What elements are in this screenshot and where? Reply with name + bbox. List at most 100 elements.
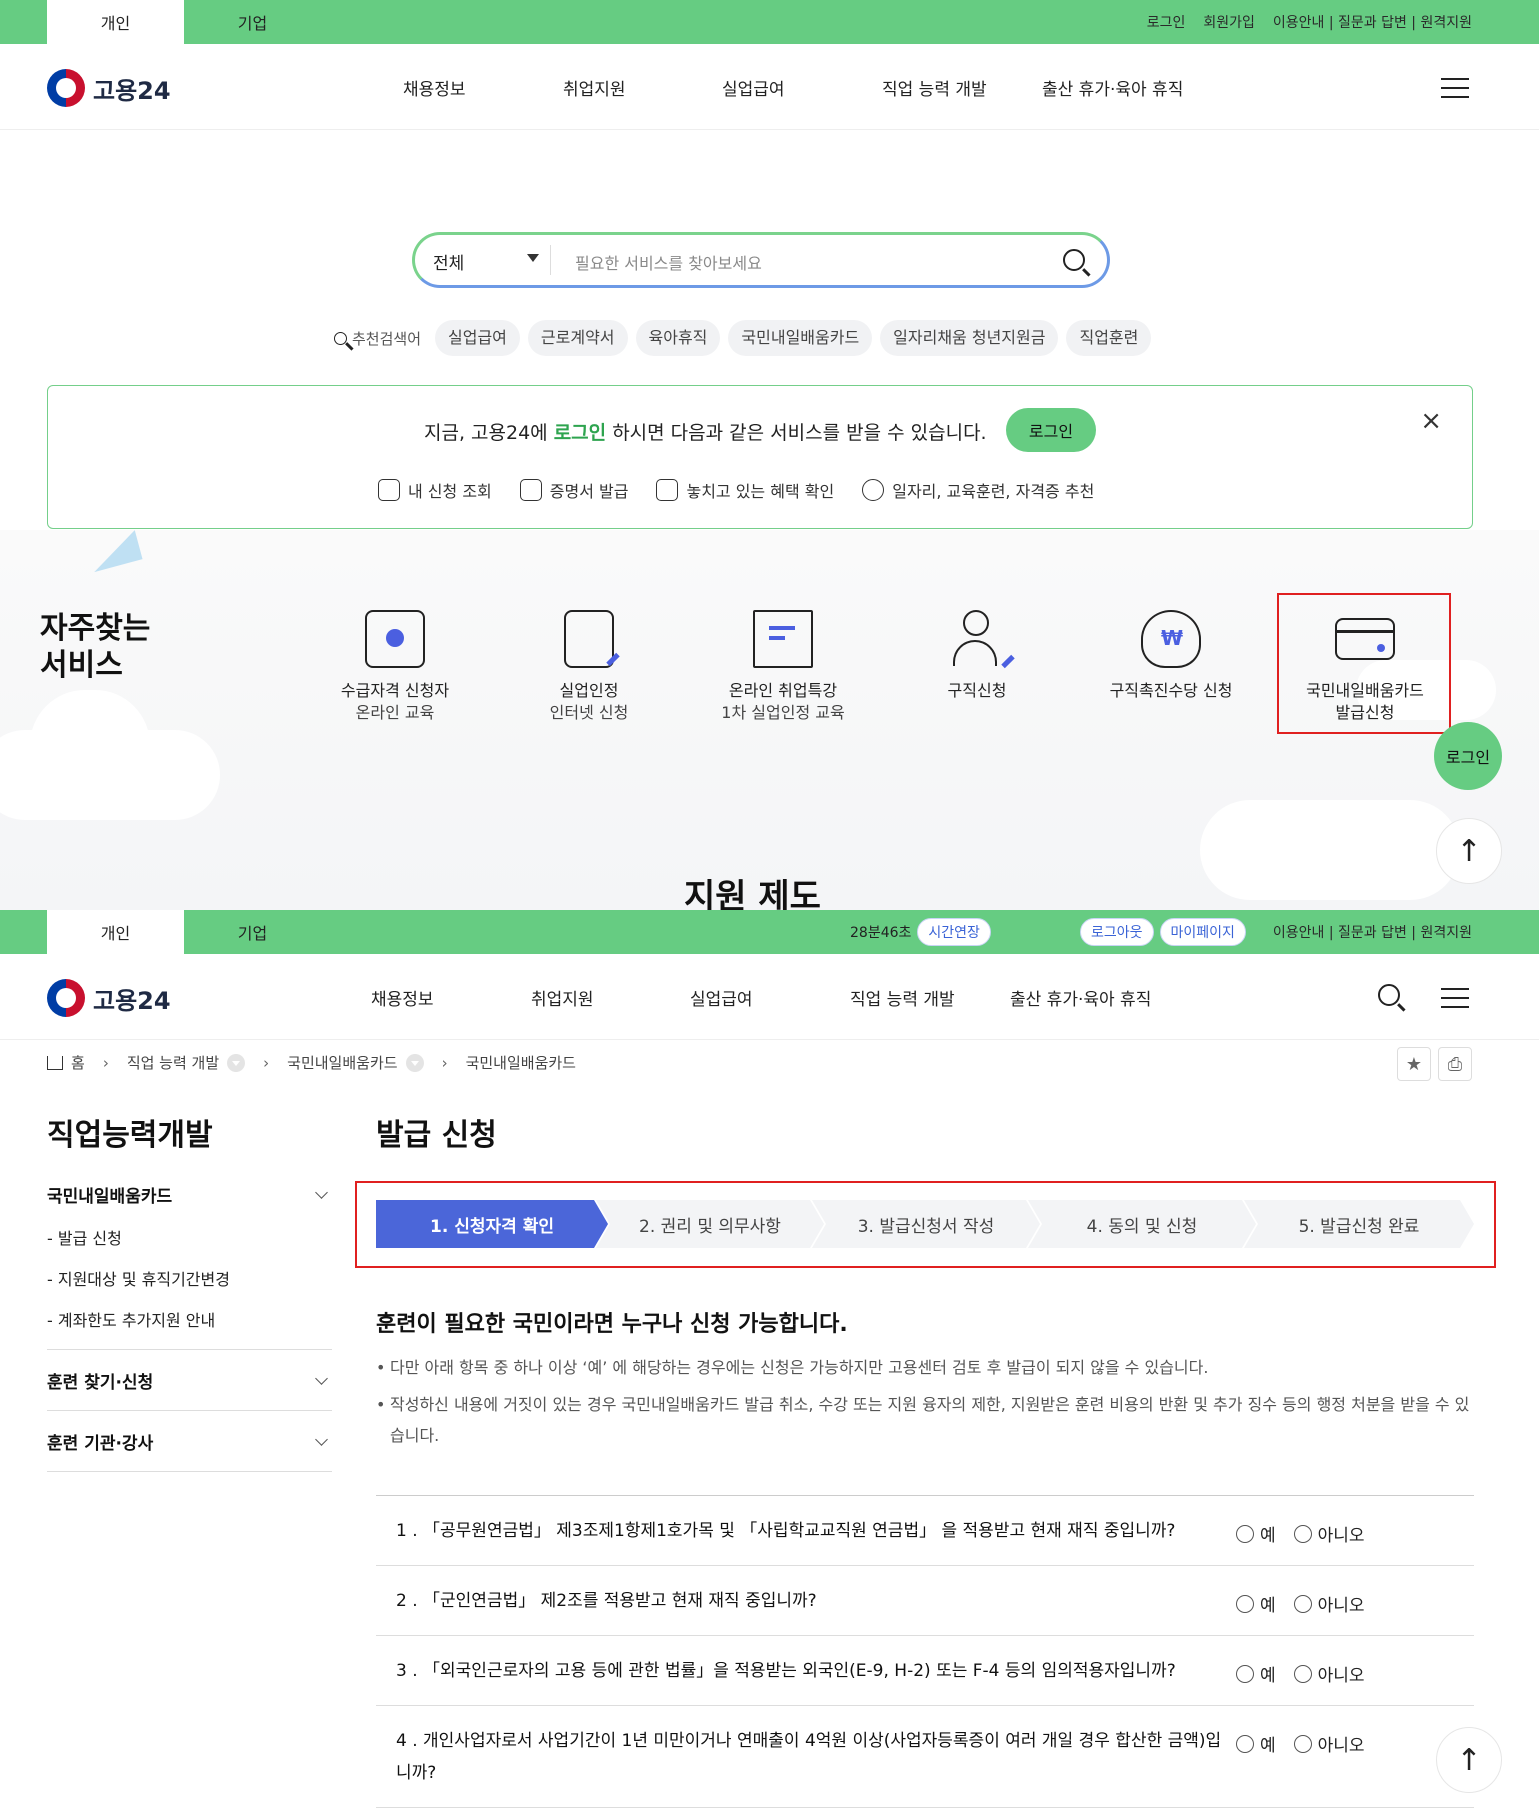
search-scope-select[interactable]: 전체 xyxy=(433,249,464,274)
radio-yes[interactable]: 예 xyxy=(1236,1591,1276,1616)
step-2: 2. 권리 및 의무사항 xyxy=(596,1200,824,1248)
breadcrumb-current: 국민내일배움카드 xyxy=(465,1054,576,1072)
chevron-down-icon[interactable] xyxy=(405,1053,424,1072)
radio-no[interactable]: 아니오 xyxy=(1293,1591,1365,1616)
radio-yes[interactable]: 예 xyxy=(1236,1521,1276,1546)
keyword-chip[interactable]: 육아휴직 xyxy=(635,320,721,356)
signup-link[interactable]: 회원가입 xyxy=(1203,12,1255,32)
nav-leave[interactable]: 출산 휴가·육아 휴직 xyxy=(1010,985,1151,1010)
login-link[interactable]: 로그인 xyxy=(1147,12,1186,32)
breadcrumb-home[interactable]: 홈 xyxy=(71,1052,85,1073)
account-links: 로그아웃 마이페이지 xyxy=(1074,910,1246,954)
search-icon[interactable] xyxy=(1378,984,1400,1006)
sidebar-subitem[interactable]: - 지원대상 및 휴직기간변경 xyxy=(47,1259,332,1300)
nav-skills-development[interactable]: 직업 능력 개발 xyxy=(882,75,987,100)
sidebar-title: 직업능력개발 xyxy=(47,1118,213,1153)
chevron-down-icon[interactable] xyxy=(227,1053,246,1072)
benefit-item: 증명서 발급 xyxy=(519,478,628,502)
progress-steps: 1. 신청자격 확인 2. 권리 및 의무사항 3. 발급신청서 작성 4. 동… xyxy=(376,1200,1474,1248)
nav-jobs[interactable]: 채용정보 xyxy=(403,75,466,100)
logo-text: 고용24 xyxy=(93,76,171,105)
answer-options: 예 아니오 xyxy=(1236,1521,1365,1546)
service-online-education[interactable]: 수급자격 신청자 온라인 교육 xyxy=(300,610,490,724)
login-button[interactable]: 로그인 xyxy=(1006,408,1096,452)
session-timer: 28분46초 시간연장 xyxy=(850,910,991,954)
help-links[interactable]: 이용안내 | 질문과 답변 | 원격지원 xyxy=(1273,910,1472,954)
question-text: 4 . 개인사업자로서 사업기간이 1년 미만이거나 연매출이 4억원 이상(사… xyxy=(396,1731,1222,1783)
sidebar-item-learning-card[interactable]: 국민내일배움카드 xyxy=(47,1182,332,1212)
help-links[interactable]: 이용안내 | 질문과 답변 | 원격지원 xyxy=(1273,12,1472,32)
frequent-services-title: 자주찾는 서비스 xyxy=(40,611,151,683)
floating-login-button[interactable]: 로그인 xyxy=(1434,722,1502,790)
search-input[interactable]: 필요한 서비스를 찾아보세요 xyxy=(575,250,762,274)
step-4: 4. 동의 및 신청 xyxy=(1028,1200,1256,1248)
breadcrumb-skills[interactable]: 직업 능력 개발 xyxy=(127,1052,219,1073)
site-logo[interactable]: 고용24 xyxy=(47,979,171,1017)
nav-unemployment-benefit[interactable]: 실업급여 xyxy=(690,985,753,1010)
keyword-chip[interactable]: 근로계약서 xyxy=(527,320,628,356)
site-logo[interactable]: 고용24 xyxy=(47,69,171,107)
notice-list: 다만 아래 항목 중 하나 이상 ‘예’ 에 해당하는 경우에는 신청은 가능하… xyxy=(376,1352,1474,1457)
benefit-item: 내 신청 조회 xyxy=(378,478,492,502)
notice-item: 작성하신 내용에 거짓이 있는 경우 국민내일배움카드 발급 취소, 수강 또는… xyxy=(376,1389,1474,1451)
close-icon[interactable]: × xyxy=(1420,406,1442,436)
nav-jobs[interactable]: 채용정보 xyxy=(371,985,434,1010)
caret-down-icon[interactable] xyxy=(527,254,539,262)
divider xyxy=(550,245,551,275)
list-icon xyxy=(378,479,400,501)
chevron-down-icon xyxy=(315,1186,328,1199)
keyword-chip[interactable]: 직업훈련 xyxy=(1066,320,1152,356)
main-header-2: 고용24 채용정보 취업지원 실업급여 직업 능력 개발 출산 휴가·육아 휴직 xyxy=(0,954,1539,1040)
mypage-button[interactable]: 마이페이지 xyxy=(1159,918,1246,946)
answer-options: 예 아니오 xyxy=(1236,1731,1365,1756)
radio-no[interactable]: 아니오 xyxy=(1293,1661,1365,1686)
login-promo-banner: 지금, 고용24에 로그인 하시면 다음과 같은 서비스를 받을 수 있습니다.… xyxy=(47,385,1473,529)
nav-skills-development[interactable]: 직업 능력 개발 xyxy=(850,985,955,1010)
keyword-chip[interactable]: 일자리채움 청년지원금 xyxy=(880,320,1059,356)
highlight-box xyxy=(1277,593,1451,734)
search-small-icon xyxy=(334,331,347,345)
logout-button[interactable]: 로그아웃 xyxy=(1080,918,1154,946)
cloud-decoration xyxy=(1200,800,1460,900)
logo-text: 고용24 xyxy=(93,986,171,1015)
menu-icon[interactable] xyxy=(1441,78,1469,98)
scroll-top-button[interactable]: ↑ xyxy=(1436,1727,1502,1793)
service-job-application[interactable]: 구직신청 xyxy=(882,610,1072,702)
radio-yes[interactable]: 예 xyxy=(1236,1661,1276,1686)
tab-personal[interactable]: 개인 xyxy=(47,910,184,954)
search-icon[interactable] xyxy=(1063,249,1085,271)
sidebar-item-training-search[interactable]: 훈련 찾기·신청 xyxy=(47,1368,332,1398)
tab-business[interactable]: 기업 xyxy=(184,0,321,44)
menu-icon[interactable] xyxy=(1441,988,1469,1008)
tab-business[interactable]: 기업 xyxy=(184,910,321,954)
radio-no[interactable]: 아니오 xyxy=(1293,1731,1365,1756)
cloud-decoration xyxy=(30,690,150,800)
service-online-job-lecture[interactable]: 온라인 취업특강 1차 실업인정 교육 xyxy=(688,610,878,724)
monitor-play-icon xyxy=(365,610,425,668)
nav-employment-support[interactable]: 취업지원 xyxy=(531,985,594,1010)
service-job-seeking-allowance[interactable]: ₩ 구직촉진수당 신청 xyxy=(1076,610,1266,702)
arrow-up-icon: ↑ xyxy=(1456,1742,1482,1778)
keyword-chip[interactable]: 실업급여 xyxy=(435,320,520,356)
service-unemployment-recognition[interactable]: 실업인정 인터넷 신청 xyxy=(494,610,684,724)
home-icon xyxy=(47,1055,63,1070)
radio-yes[interactable]: 예 xyxy=(1236,1731,1276,1756)
sidebar-subitem[interactable]: - 계좌한도 추가지원 안내 xyxy=(47,1300,332,1341)
nav-leave[interactable]: 출산 휴가·육아 휴직 xyxy=(1042,75,1183,100)
breadcrumb-card[interactable]: 국민내일배움카드 xyxy=(287,1052,397,1073)
sidebar-subitem[interactable]: - 발급 신청 xyxy=(47,1218,332,1259)
chevron-down-icon xyxy=(315,1372,328,1385)
sidebar-item-training-institution[interactable]: 훈련 기관·강사 xyxy=(47,1429,332,1459)
arrow-up-icon: ↑ xyxy=(1456,833,1482,869)
keyword-chip[interactable]: 국민내일배움카드 xyxy=(728,320,873,356)
nav-employment-support[interactable]: 취업지원 xyxy=(563,75,626,100)
nav-unemployment-benefit[interactable]: 실업급여 xyxy=(722,75,785,100)
scroll-top-button[interactable]: ↑ xyxy=(1436,818,1502,884)
tab-personal[interactable]: 개인 xyxy=(47,0,184,44)
extend-session-button[interactable]: 시간연장 xyxy=(917,918,991,946)
radio-no[interactable]: 아니오 xyxy=(1293,1521,1365,1546)
benefit-item: 놓치고 있는 혜택 확인 xyxy=(656,478,834,502)
print-icon[interactable]: ⎙ xyxy=(1438,1047,1472,1081)
person-pen-icon xyxy=(947,610,1015,669)
star-icon[interactable]: ★ xyxy=(1397,1047,1431,1081)
